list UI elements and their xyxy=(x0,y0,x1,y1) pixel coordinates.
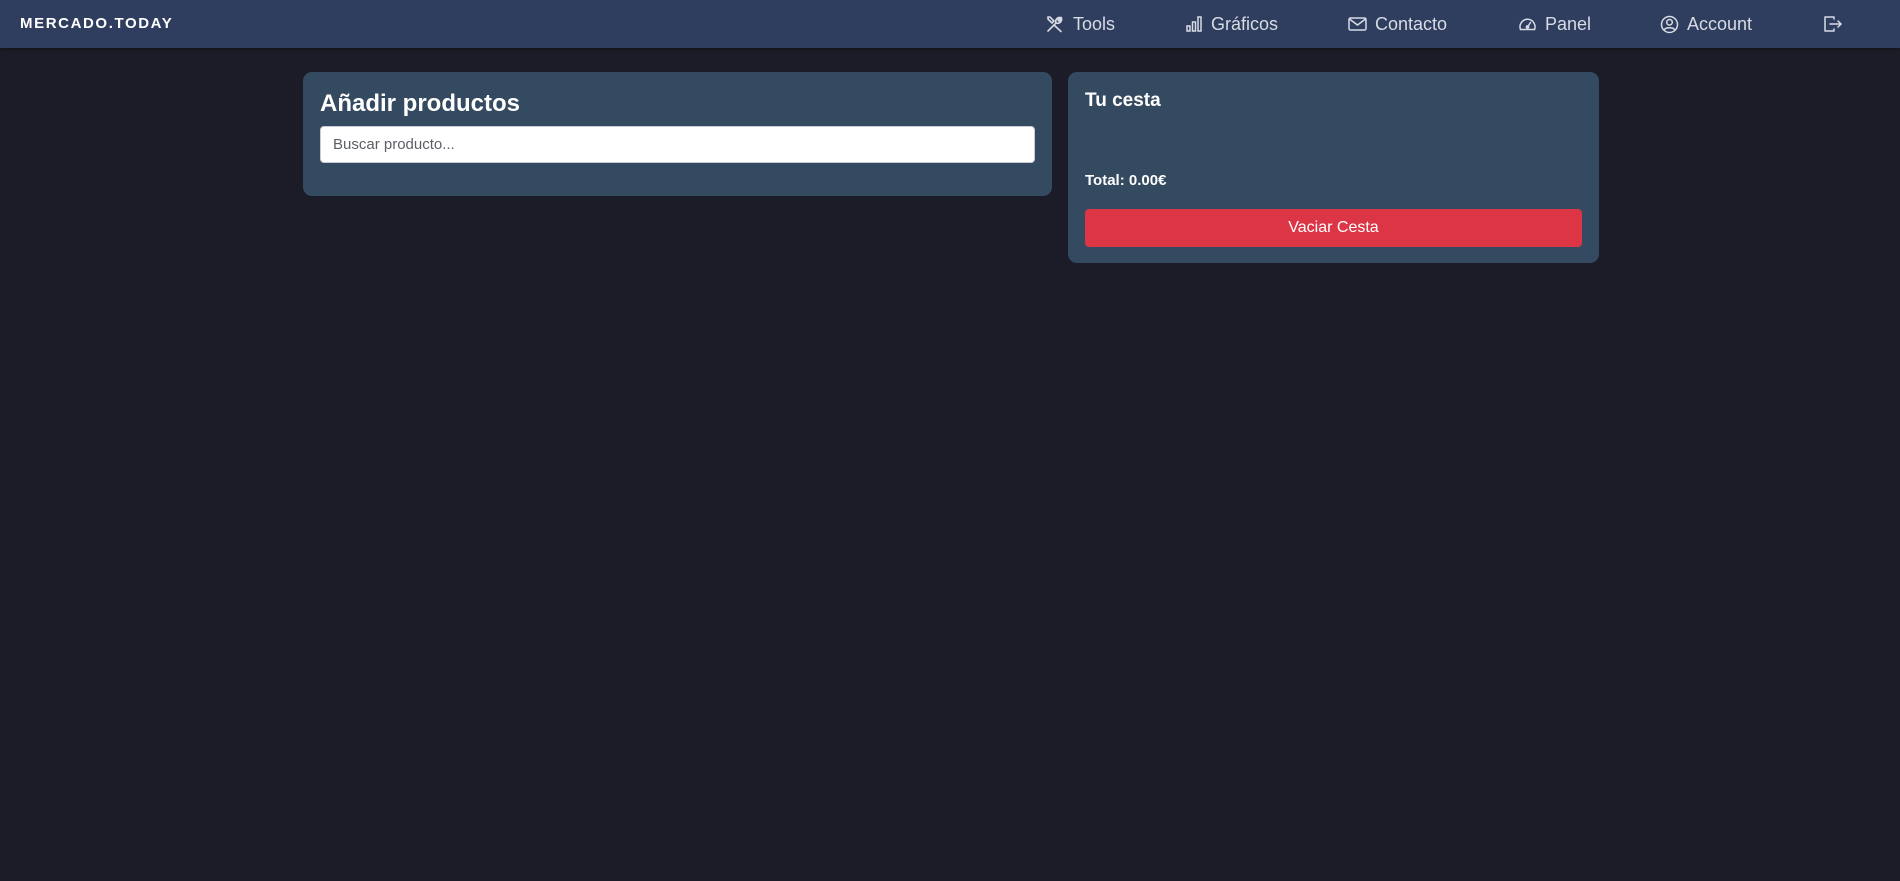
envelope-icon xyxy=(1348,16,1367,32)
nav-item-tools[interactable]: Tools xyxy=(1045,0,1115,48)
user-circle-icon xyxy=(1660,15,1679,34)
nav-item-panel[interactable]: Panel xyxy=(1518,0,1591,48)
nav-item-account[interactable]: Account xyxy=(1660,0,1752,48)
empty-basket-button[interactable]: Vaciar Cesta xyxy=(1085,209,1582,247)
nav-item-label: Contacto xyxy=(1375,13,1448,34)
nav-item-label: Tools xyxy=(1073,13,1116,34)
add-products-card: Añadir productos xyxy=(303,72,1052,196)
nav-item-graficos[interactable]: Gráficos xyxy=(1185,0,1278,48)
nav-item-label: Account xyxy=(1687,13,1753,34)
product-search-input[interactable] xyxy=(320,126,1035,163)
brand-logo[interactable]: MERCADO.TODAY xyxy=(20,15,173,32)
nav-item-label: Panel xyxy=(1545,13,1592,34)
basket-title: Tu cesta xyxy=(1085,90,1161,111)
speedometer-icon xyxy=(1518,16,1537,33)
bar-chart-icon xyxy=(1185,15,1203,33)
add-products-title: Añadir productos xyxy=(320,90,521,117)
nav-item-label: Gráficos xyxy=(1211,13,1279,34)
logout-icon xyxy=(1823,15,1843,33)
top-navbar: MERCADO.TODAY Tools Gráficos Contacto Pa… xyxy=(0,0,1900,48)
nav-item-contacto[interactable]: Contacto xyxy=(1348,0,1447,48)
basket-total: Total: 0.00€ xyxy=(1085,172,1167,189)
logout-button[interactable] xyxy=(1823,0,1843,48)
tools-icon xyxy=(1045,14,1065,34)
basket-card: Tu cesta Total: 0.00€ Vaciar Cesta xyxy=(1068,72,1599,263)
